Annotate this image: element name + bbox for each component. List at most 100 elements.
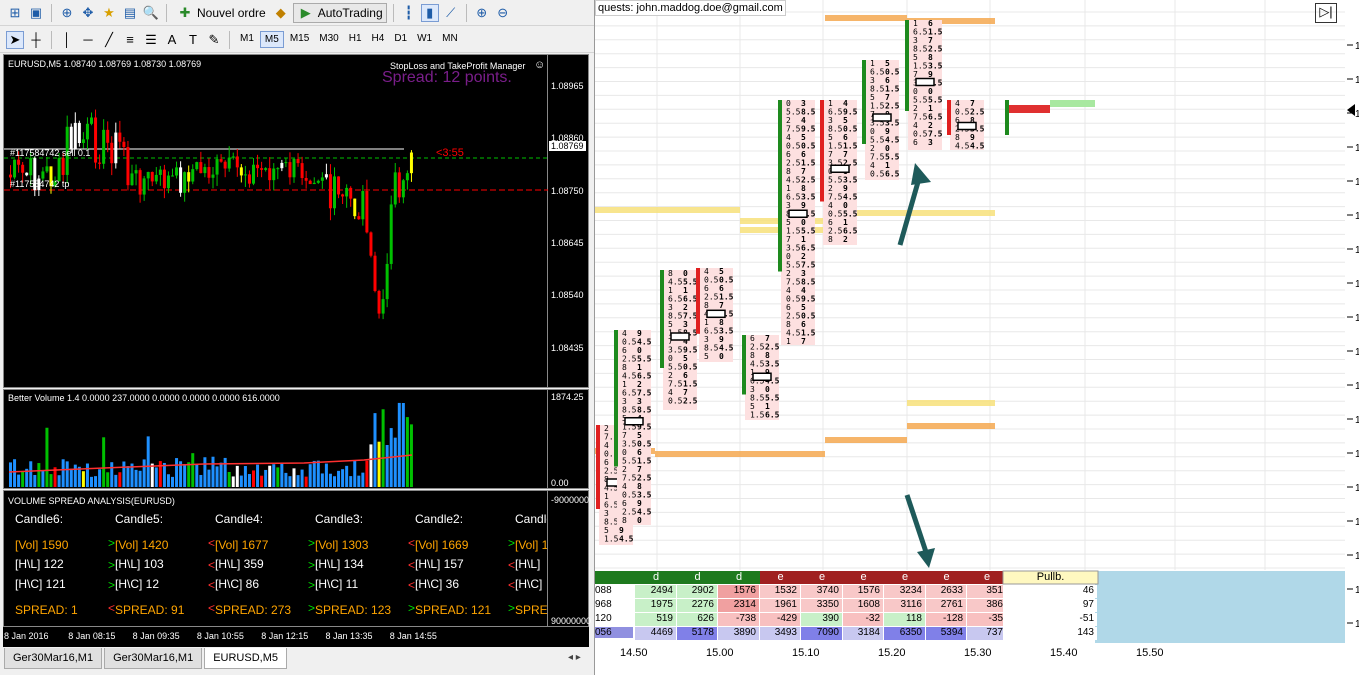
chart-tab[interactable]: Ger30Mar16,M1 — [104, 648, 203, 669]
timeframe-m15[interactable]: M15 — [286, 31, 313, 48]
footprint-cell: 6.5 — [885, 170, 900, 179]
tab-scroll-arrows[interactable]: ◂ ▸ — [568, 652, 581, 663]
vsa-candle-name: Candle6: — [15, 512, 64, 526]
candle-body — [110, 142, 114, 164]
vsa-hl-value: [H\L] 122 — [15, 557, 64, 571]
fibonacci-icon[interactable]: ☰ — [142, 31, 160, 49]
autotrading-icon: ▶ — [300, 4, 311, 20]
footprint-cell: 8 — [828, 235, 833, 244]
label-icon[interactable]: T — [184, 31, 202, 49]
timeframe-d1[interactable]: D1 — [390, 31, 411, 48]
candle-body — [81, 139, 85, 144]
candle-body — [171, 175, 174, 177]
stats-cell: 2276 — [677, 599, 717, 612]
footprint-delta-bar — [614, 330, 618, 467]
favorites-icon[interactable]: ★ — [100, 4, 118, 22]
navigator-icon[interactable]: ✥ — [79, 4, 97, 22]
channel-icon[interactable]: ≡ — [121, 31, 139, 49]
price-chart[interactable]: EURUSD,M5 1.08740 1.08769 1.08730 1.0876… — [3, 54, 549, 388]
vsa-panel[interactable]: VOLUME SPREAD ANALYSIS(EURUSD) Candle6: [… — [3, 490, 548, 627]
timeframe-h4[interactable]: H4 — [368, 31, 389, 48]
stats-cell: 737 — [967, 627, 1006, 640]
volume-svg — [8, 402, 413, 487]
footprint-cell: 1 — [786, 337, 791, 346]
stats-cell: 5178 — [677, 627, 717, 640]
candle-body — [252, 164, 255, 184]
candle-body — [373, 255, 377, 291]
chart-tab[interactable]: EURUSD,M5 — [204, 648, 287, 669]
candle-body — [231, 156, 235, 158]
timeframe-m30[interactable]: M30 — [315, 31, 342, 48]
candle-body — [324, 174, 328, 178]
axis-tick-label: 1 — [1355, 279, 1359, 290]
candle-body — [195, 162, 199, 170]
timeframe-mn[interactable]: MN — [438, 31, 462, 48]
timeframe-w1[interactable]: W1 — [413, 31, 436, 48]
vsa-hc-marker: < — [408, 578, 416, 592]
candle-body — [381, 299, 385, 314]
tester-icon[interactable]: 🔍 — [142, 4, 160, 22]
candle-body — [207, 167, 211, 178]
vsa-vol-marker: > — [508, 536, 516, 550]
autotrading-button[interactable]: ▶ AutoTrading — [292, 2, 387, 23]
volume-bar — [316, 460, 320, 487]
vsa-spread-value: SPREAD: 1 — [15, 603, 78, 617]
axis-tick-label: 1 — [1355, 585, 1359, 596]
expert-icon[interactable]: ◆ — [272, 4, 290, 22]
terminal-icon[interactable]: ▤ — [121, 4, 139, 22]
scroll-end-icon[interactable]: ▷| — [1315, 3, 1337, 23]
zoom-out-icon[interactable]: ⊖ — [494, 4, 512, 22]
price-axis[interactable]: 1.08965 1.08860 1.08750 1.08645 1.08540 1.084… — [548, 54, 589, 562]
volume-axis: 1874.25 0.00 — [548, 389, 589, 489]
trendline-icon[interactable]: ╱ — [100, 31, 118, 49]
vsa-hc-value: [H\C] 121 — [15, 577, 66, 591]
shapes-icon[interactable]: ✎ — [205, 31, 223, 49]
volume-bar — [171, 476, 174, 487]
volume-average-line — [8, 454, 413, 473]
volume-panel[interactable]: Better Volume 1.4 0.0000 237.0000 0.0000… — [3, 389, 548, 489]
stats-cell: 5394 — [926, 627, 966, 640]
horizontal-line-icon[interactable]: ─ — [79, 31, 97, 49]
candle-chart-icon[interactable]: ▮ — [420, 3, 439, 22]
volume-bar — [9, 462, 12, 487]
chart-tab[interactable]: Ger30Mar16,M1 — [4, 648, 103, 669]
cursor-icon[interactable]: ➤ — [6, 30, 24, 49]
volume-bar — [243, 466, 247, 487]
vertical-line-icon[interactable]: │ — [58, 31, 76, 49]
stats-cell: -35 — [967, 613, 1006, 626]
volume-bar — [49, 474, 53, 487]
text-icon[interactable]: A — [163, 31, 181, 49]
new-chart-icon[interactable]: ⊞ — [6, 4, 24, 22]
candle-body — [312, 182, 316, 185]
candle-body — [45, 166, 49, 172]
volume-bar — [252, 470, 255, 487]
vsa-vol-marker: < — [208, 536, 216, 550]
timeframe-m1[interactable]: M1 — [236, 31, 258, 48]
timeframe-h1[interactable]: H1 — [345, 31, 366, 48]
footprint-chart[interactable]: 111111111111111111237.58.5440.59.5652.50… — [594, 0, 1359, 675]
candle-body — [90, 117, 93, 124]
candle-body — [247, 174, 251, 184]
vsa-vol-value: [Vol] 1677 — [215, 538, 269, 552]
volume-bar — [333, 476, 336, 487]
stats-cell: 118 — [884, 613, 925, 626]
candle-body — [316, 180, 320, 183]
line-chart-icon[interactable]: ⟋ — [442, 4, 460, 22]
current-price-label: 1.08769 — [549, 141, 586, 151]
profiles-icon[interactable]: ▣ — [27, 4, 45, 22]
vsa-vol-value: [Vol] 1420 — [115, 538, 169, 552]
volume-bar — [57, 475, 61, 487]
vsa-hl-value: [H\L] 359 — [215, 557, 264, 571]
volume-bar — [235, 465, 239, 487]
volume-bar — [239, 475, 243, 487]
crosshair-icon[interactable]: ┼ — [27, 31, 45, 49]
timeframe-m5[interactable]: M5 — [259, 31, 284, 48]
zoom-in-icon[interactable]: ⊕ — [473, 4, 491, 22]
candle-body — [409, 152, 413, 174]
volume-bar — [106, 472, 110, 487]
bar-chart-icon[interactable]: ┇ — [400, 4, 418, 22]
new-order-button[interactable]: ✚ Nouvel ordre — [173, 3, 269, 23]
candle-body — [369, 232, 373, 256]
volume-bar — [73, 464, 77, 487]
market-watch-icon[interactable]: ⊕ — [58, 4, 76, 22]
